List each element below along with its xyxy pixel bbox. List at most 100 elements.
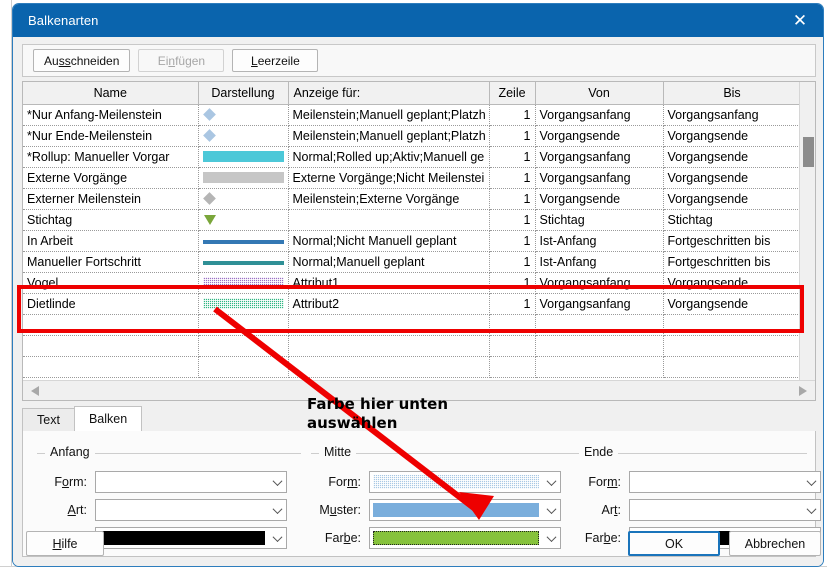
cell-representation[interactable] bbox=[198, 251, 289, 273]
table-row[interactable]: Externe Vorgänge Externe Vorgänge;Nicht M… bbox=[23, 167, 799, 189]
cell-line[interactable]: 1 bbox=[489, 209, 536, 231]
chevron-down-icon[interactable] bbox=[802, 500, 820, 520]
cell-representation[interactable] bbox=[198, 230, 289, 252]
cell-from[interactable]: Ist-Anfang bbox=[535, 251, 664, 273]
help-button[interactable]: Hilfe bbox=[26, 531, 104, 556]
scroll-right-icon[interactable] bbox=[799, 386, 807, 396]
cell-from[interactable]: Vorgangsanfang bbox=[535, 146, 664, 168]
cell-from[interactable]: Vorgangsanfang bbox=[535, 167, 664, 189]
cell-line[interactable]: 1 bbox=[489, 146, 536, 168]
cell-from[interactable]: Vorgangsanfang bbox=[535, 272, 664, 294]
cell-representation[interactable] bbox=[198, 272, 289, 294]
table-row[interactable]: *Rollup: Manueller Vorgar Normal;Rolled u… bbox=[23, 146, 799, 168]
column-header-name[interactable]: Name bbox=[23, 82, 199, 105]
table-row[interactable]: Dietlinde Attribut2 1 Vorgangsanfang Vorgang… bbox=[23, 293, 799, 315]
column-header-show-for[interactable]: Anzeige für: bbox=[288, 82, 490, 105]
cell-show-for[interactable]: Normal;Rolled up;Aktiv;Manuell ge bbox=[288, 146, 490, 168]
cell-representation[interactable] bbox=[198, 125, 289, 147]
mitte-muster-combo[interactable] bbox=[369, 499, 561, 521]
cell-line[interactable] bbox=[489, 335, 536, 357]
cell-show-for[interactable]: Normal;Manuell geplant bbox=[288, 251, 490, 273]
cell-line[interactable]: 1 bbox=[489, 293, 536, 315]
cell-from[interactable]: Ist-Anfang bbox=[535, 230, 664, 252]
cell-to[interactable]: Vorgangsende bbox=[663, 167, 799, 189]
cell-representation[interactable] bbox=[198, 104, 289, 126]
cell-to[interactable]: Fortgeschritten bis bbox=[663, 230, 799, 252]
cell-from[interactable]: Stichtag bbox=[535, 209, 664, 231]
cell-representation[interactable] bbox=[198, 167, 289, 189]
tab-text[interactable]: Text bbox=[22, 408, 75, 431]
cell-name[interactable]: In Arbeit bbox=[23, 230, 199, 252]
blank-row-button[interactable]: Leerzeile bbox=[232, 49, 319, 72]
column-header-to[interactable]: Bis bbox=[663, 82, 799, 105]
cell-name[interactable]: *Nur Ende-Meilenstein bbox=[23, 125, 199, 147]
table-row[interactable]: *Nur Anfang-Meilenstein Meilenstein;Manue… bbox=[23, 104, 799, 126]
anfang-art-combo[interactable] bbox=[95, 499, 287, 521]
cell-name[interactable]: Manueller Fortschritt bbox=[23, 251, 199, 273]
table-row[interactable]: Externer Meilenstein Meilenstein;Externe … bbox=[23, 188, 799, 210]
chevron-down-icon[interactable] bbox=[268, 500, 286, 520]
cell-to[interactable]: Vorgangsende bbox=[663, 293, 799, 315]
tab-balken[interactable]: Balken bbox=[73, 406, 143, 431]
cell-line[interactable] bbox=[489, 314, 536, 336]
cell-representation[interactable] bbox=[198, 335, 289, 357]
cell-from[interactable]: Vorgangsanfang bbox=[535, 104, 664, 126]
table-row[interactable]: In Arbeit Normal;Nicht Manuell geplant 1 Is… bbox=[23, 230, 799, 252]
cell-to[interactable]: Vorgangsende bbox=[663, 188, 799, 210]
scroll-left-icon[interactable] bbox=[31, 386, 39, 396]
cell-representation[interactable] bbox=[198, 146, 289, 168]
chevron-down-icon[interactable] bbox=[542, 472, 560, 492]
grid-vertical-scrollbar[interactable] bbox=[799, 82, 815, 380]
table-row[interactable]: Vogel Attribut1 1 Vorgangsanfang Vorgangsend… bbox=[23, 272, 799, 294]
cell-representation[interactable] bbox=[198, 356, 289, 378]
close-icon[interactable]: ✕ bbox=[777, 4, 823, 37]
cell-to[interactable]: Fortgeschritten bis bbox=[663, 251, 799, 273]
cell-show-for[interactable]: Meilenstein;Externe Vorgänge bbox=[288, 188, 490, 210]
cell-name[interactable] bbox=[23, 356, 199, 378]
cell-show-for[interactable]: Meilenstein;Manuell geplant;Platzh bbox=[288, 125, 490, 147]
cell-name[interactable]: *Rollup: Manueller Vorgar bbox=[23, 146, 199, 168]
cell-line[interactable]: 1 bbox=[489, 251, 536, 273]
column-header-representation[interactable]: Darstellung bbox=[198, 82, 289, 105]
cell-name[interactable]: Externe Vorgänge bbox=[23, 167, 199, 189]
cell-to[interactable]: Stichtag bbox=[663, 209, 799, 231]
cell-from[interactable]: Vorgangsanfang bbox=[535, 293, 664, 315]
cell-show-for[interactable] bbox=[288, 314, 490, 336]
cell-line[interactable] bbox=[489, 356, 536, 378]
cell-line[interactable]: 1 bbox=[489, 125, 536, 147]
cell-line[interactable]: 1 bbox=[489, 167, 536, 189]
column-header-line[interactable]: Zeile bbox=[489, 82, 536, 105]
chevron-down-icon[interactable] bbox=[542, 500, 560, 520]
table-row[interactable]: Manueller Fortschritt Normal;Manuell gepl… bbox=[23, 251, 799, 273]
chevron-down-icon[interactable] bbox=[802, 472, 820, 492]
cell-to[interactable] bbox=[663, 335, 799, 357]
anfang-form-combo[interactable] bbox=[95, 471, 287, 493]
cell-show-for[interactable] bbox=[288, 335, 490, 357]
cell-representation[interactable] bbox=[198, 209, 289, 231]
paste-button[interactable]: Einfügen bbox=[138, 49, 225, 72]
cell-name[interactable] bbox=[23, 314, 199, 336]
cancel-button[interactable]: Abbrechen bbox=[729, 531, 821, 556]
cell-name[interactable] bbox=[23, 335, 199, 357]
cell-show-for[interactable]: Externe Vorgänge;Nicht Meilenstei bbox=[288, 167, 490, 189]
chevron-down-icon[interactable] bbox=[268, 472, 286, 492]
cell-show-for[interactable]: Attribut2 bbox=[288, 293, 490, 315]
cell-from[interactable]: Vorgangsende bbox=[535, 125, 664, 147]
cell-name[interactable]: Stichtag bbox=[23, 209, 199, 231]
table-row[interactable]: Stichtag 1 Stichtag Stichtag bbox=[23, 209, 799, 231]
ende-form-combo[interactable] bbox=[629, 471, 821, 493]
cell-to[interactable]: Vorgangsende bbox=[663, 125, 799, 147]
cell-to[interactable]: Vorgangsende bbox=[663, 272, 799, 294]
cell-from[interactable] bbox=[535, 314, 664, 336]
cell-to[interactable] bbox=[663, 356, 799, 378]
cell-show-for[interactable] bbox=[288, 209, 490, 231]
table-row[interactable] bbox=[23, 314, 799, 336]
cell-name[interactable]: Vogel bbox=[23, 272, 199, 294]
cell-show-for[interactable] bbox=[288, 356, 490, 378]
cell-show-for[interactable]: Normal;Nicht Manuell geplant bbox=[288, 230, 490, 252]
table-row[interactable]: *Nur Ende-Meilenstein Meilenstein;Manuell… bbox=[23, 125, 799, 147]
grid-vertical-scroll-thumb[interactable] bbox=[803, 137, 814, 167]
cell-name[interactable]: *Nur Anfang-Meilenstein bbox=[23, 104, 199, 126]
cell-show-for[interactable]: Meilenstein;Manuell geplant;Platzh bbox=[288, 104, 490, 126]
cell-line[interactable]: 1 bbox=[489, 230, 536, 252]
